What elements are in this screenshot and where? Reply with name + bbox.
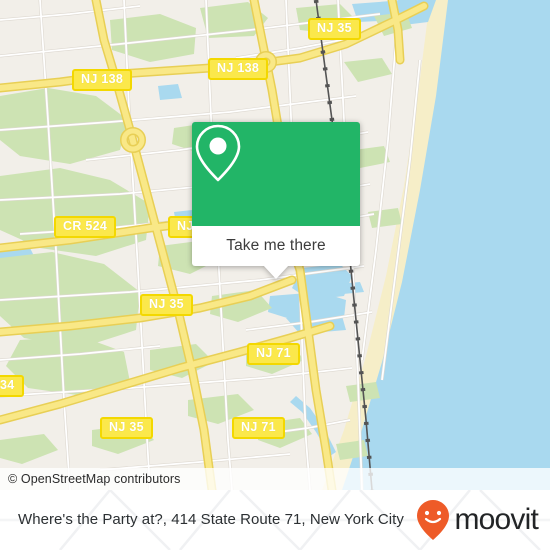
map-canvas[interactable]: NJ 138 NJ 138 NJ 35 CR 524 NJ NJ 35 NJ 7… (0, 0, 550, 490)
road-shield-nj71-south: NJ 71 (232, 417, 285, 439)
moovit-wordmark: moovit (454, 503, 538, 536)
location-title: Where's the Party at?, 414 State Route 7… (18, 511, 404, 528)
moovit-logo[interactable]: moovit (416, 499, 539, 541)
road-shield-nj34-clipped: 34 (0, 375, 24, 397)
map-pin-icon (195, 124, 241, 182)
map-attribution-bar: © OpenStreetMap contributors (0, 468, 550, 490)
road-shield-nj138-east: NJ 138 (208, 58, 269, 80)
road-shield-nj35-north: NJ 35 (308, 18, 361, 40)
footer-bar: Where's the Party at?, 414 State Route 7… (0, 490, 550, 550)
popup-icon-panel (192, 122, 360, 226)
map-screenshot: NJ 138 NJ 138 NJ 35 CR 524 NJ NJ 35 NJ 7… (0, 0, 550, 550)
map-attribution-text: © OpenStreetMap contributors (8, 472, 181, 486)
take-me-there-button[interactable]: Take me there (192, 226, 360, 266)
road-shield-cr524: CR 524 (54, 216, 117, 238)
road-shield-nj35-south: NJ 35 (100, 417, 153, 439)
location-popup[interactable]: Take me there (192, 122, 360, 279)
take-me-there-label: Take me there (226, 237, 326, 254)
moovit-pin-smiley-icon (417, 500, 450, 540)
popup-pointer (263, 265, 289, 279)
road-shield-nj71-mid: NJ 71 (247, 343, 300, 365)
road-shield-nj138-west: NJ 138 (72, 69, 133, 91)
road-shield-nj35-mid: NJ 35 (140, 294, 193, 316)
